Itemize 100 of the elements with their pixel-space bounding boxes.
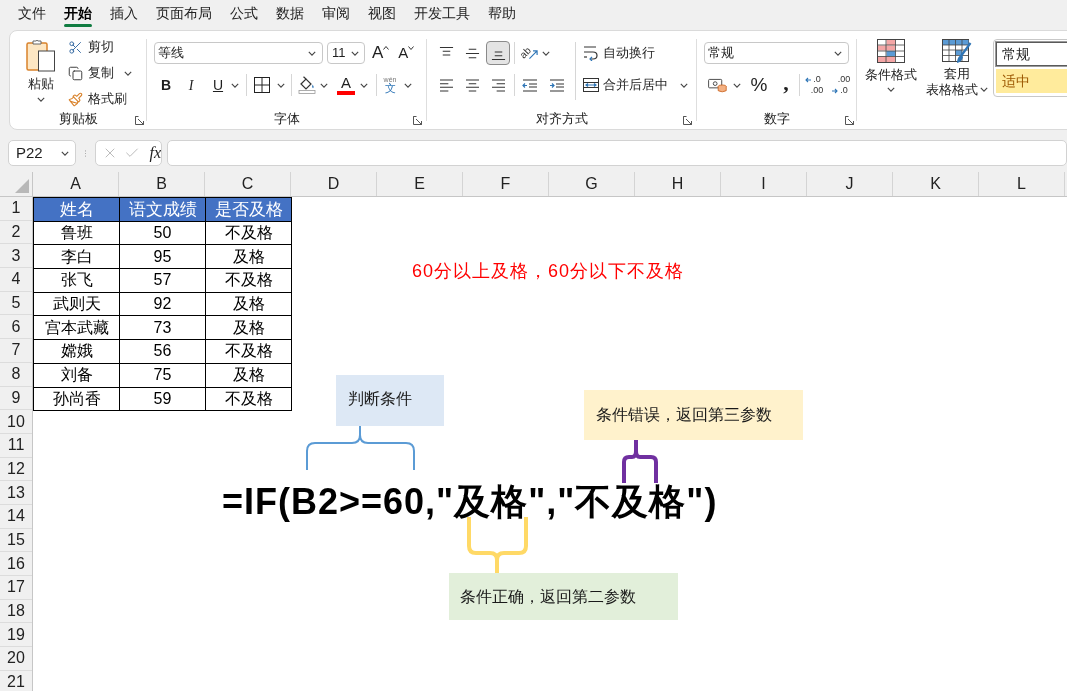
column-header[interactable]: B bbox=[119, 172, 205, 196]
ribbon-tab[interactable]: 数据 bbox=[276, 0, 304, 28]
row-header[interactable]: 21 bbox=[0, 670, 32, 691]
format-painter-button[interactable]: 格式刷 bbox=[68, 89, 132, 109]
row-header[interactable]: 11 bbox=[0, 433, 32, 458]
column-header[interactable]: A bbox=[33, 172, 119, 196]
note-text: 60分以上及格，60分以下不及格 bbox=[412, 260, 685, 283]
column-header[interactable]: H bbox=[635, 172, 721, 196]
paste-button[interactable]: 粘贴 bbox=[20, 37, 62, 109]
column-header[interactable]: J bbox=[807, 172, 893, 196]
merge-center-button[interactable]: 合并后居中 bbox=[583, 74, 668, 96]
formula-text: =IF(B2>=60,"及格","不及格") bbox=[222, 482, 718, 522]
row-header[interactable]: 4 bbox=[0, 268, 32, 292]
format-as-table-button[interactable]: 套用 表格格式 bbox=[926, 39, 988, 96]
orientation-button[interactable]: ab bbox=[520, 42, 539, 64]
chevron-down-icon[interactable] bbox=[37, 97, 45, 102]
dialog-launcher-icon[interactable] bbox=[845, 116, 854, 125]
cut-button[interactable]: 剪切 bbox=[68, 37, 132, 57]
insert-function-button[interactable]: fx bbox=[149, 141, 161, 165]
copy-button[interactable]: 复制 bbox=[68, 63, 114, 83]
column-header[interactable]: K bbox=[893, 172, 979, 196]
row-header[interactable]: 17 bbox=[0, 576, 32, 600]
ribbon-tab[interactable]: 文件 bbox=[18, 0, 46, 28]
wrap-text-button[interactable]: 自动换行 bbox=[583, 42, 688, 64]
ribbon-tab[interactable]: 公式 bbox=[230, 0, 258, 28]
vertical-dots-icon[interactable] bbox=[84, 147, 87, 159]
row-header[interactable]: 16 bbox=[0, 552, 32, 576]
font-size-dropdown[interactable]: 11 bbox=[327, 42, 365, 64]
ribbon-tab[interactable]: 开发工具 bbox=[414, 0, 470, 28]
row-header[interactable]: 1 bbox=[0, 197, 32, 221]
chevron-down-icon[interactable] bbox=[60, 150, 69, 156]
dialog-launcher-icon[interactable] bbox=[135, 116, 144, 125]
column-header[interactable]: E bbox=[377, 172, 463, 196]
chevron-down-icon[interactable] bbox=[542, 50, 551, 56]
row-header[interactable]: 2 bbox=[0, 220, 32, 245]
column-header[interactable]: G bbox=[549, 172, 635, 196]
chevron-down-icon[interactable] bbox=[680, 82, 688, 88]
shrink-font-button[interactable]: A bbox=[398, 42, 415, 64]
decrease-decimal-button[interactable]: .00 .0 bbox=[830, 74, 852, 96]
formula-input[interactable] bbox=[167, 140, 1067, 166]
row-header[interactable]: 10 bbox=[0, 410, 32, 434]
row-header[interactable]: 13 bbox=[0, 481, 32, 505]
wrap-text-icon bbox=[583, 45, 599, 61]
chevron-down-icon[interactable] bbox=[404, 82, 412, 88]
fill-color-button[interactable] bbox=[297, 74, 317, 96]
ribbon-tab[interactable]: 审阅 bbox=[322, 0, 350, 28]
cell-style-item[interactable]: 适中 bbox=[996, 69, 1067, 93]
row-header[interactable]: 18 bbox=[0, 599, 32, 624]
ribbon-tab[interactable]: 帮助 bbox=[488, 0, 516, 28]
grow-font-button[interactable]: A bbox=[372, 42, 390, 64]
font-color-button[interactable]: A bbox=[336, 74, 356, 96]
chevron-down-icon[interactable] bbox=[360, 82, 368, 88]
row-header[interactable]: 9 bbox=[0, 386, 32, 411]
percent-button[interactable]: % bbox=[749, 74, 769, 96]
color-bar-icon bbox=[337, 91, 355, 95]
vertical-align-button[interactable] bbox=[486, 41, 510, 65]
row-header[interactable]: 20 bbox=[0, 647, 32, 671]
chevron-down-icon[interactable] bbox=[231, 82, 239, 88]
conditional-formatting-button[interactable]: 条件格式 bbox=[863, 39, 919, 92]
dialog-launcher-icon[interactable] bbox=[683, 116, 692, 125]
chevron-down-icon[interactable] bbox=[124, 70, 132, 76]
bold-button[interactable]: B bbox=[154, 74, 178, 96]
ribbon-tab[interactable]: 开始 bbox=[64, 0, 92, 28]
number-format-dropdown[interactable]: 常规 bbox=[704, 42, 849, 64]
chevron-down-icon[interactable] bbox=[834, 50, 842, 56]
row-header[interactable]: 6 bbox=[0, 315, 32, 340]
comma-style-button[interactable]: , bbox=[778, 74, 794, 96]
chevron-down-icon[interactable] bbox=[308, 50, 316, 56]
ribbon-tab[interactable]: 插入 bbox=[110, 0, 138, 28]
row-header[interactable]: 15 bbox=[0, 528, 32, 553]
column-header[interactable]: D bbox=[291, 172, 377, 196]
chevron-down-icon[interactable] bbox=[980, 87, 988, 92]
chevron-down-icon[interactable] bbox=[887, 87, 895, 92]
row-header[interactable]: 19 bbox=[0, 623, 32, 648]
name-box[interactable]: P22 bbox=[8, 140, 76, 166]
increase-decimal-button[interactable]: .0 .00 bbox=[803, 74, 825, 96]
column-header[interactable]: F bbox=[463, 172, 549, 196]
table-cell: 宫本武藏 bbox=[34, 316, 120, 341]
callout-note: 判断条件 bbox=[336, 375, 444, 426]
row-header[interactable]: 8 bbox=[0, 362, 32, 387]
ribbon-tab[interactable]: 视图 bbox=[368, 0, 396, 28]
row-header[interactable]: 14 bbox=[0, 504, 32, 529]
cell-style-item[interactable]: 常规 bbox=[996, 42, 1067, 66]
row-header[interactable]: 7 bbox=[0, 339, 32, 363]
column-header[interactable]: I bbox=[721, 172, 807, 196]
dialog-launcher-icon[interactable] bbox=[413, 116, 422, 125]
chevron-down-icon[interactable] bbox=[277, 82, 285, 88]
ribbon-tab[interactable]: 页面布局 bbox=[156, 0, 212, 28]
font-name-dropdown[interactable]: 等线 bbox=[154, 42, 323, 64]
column-header[interactable]: L bbox=[979, 172, 1065, 196]
chevron-down-icon[interactable] bbox=[351, 50, 359, 56]
row-header[interactable]: 3 bbox=[0, 244, 32, 269]
italic-button[interactable]: I bbox=[179, 74, 203, 96]
underline-button[interactable]: U bbox=[206, 74, 230, 96]
chevron-down-icon[interactable] bbox=[320, 82, 328, 88]
column-header[interactable]: C bbox=[205, 172, 291, 196]
row-header[interactable]: 12 bbox=[0, 457, 32, 482]
row-header[interactable]: 5 bbox=[0, 291, 32, 316]
borders-button[interactable] bbox=[252, 74, 272, 96]
chevron-down-icon[interactable] bbox=[733, 82, 741, 88]
